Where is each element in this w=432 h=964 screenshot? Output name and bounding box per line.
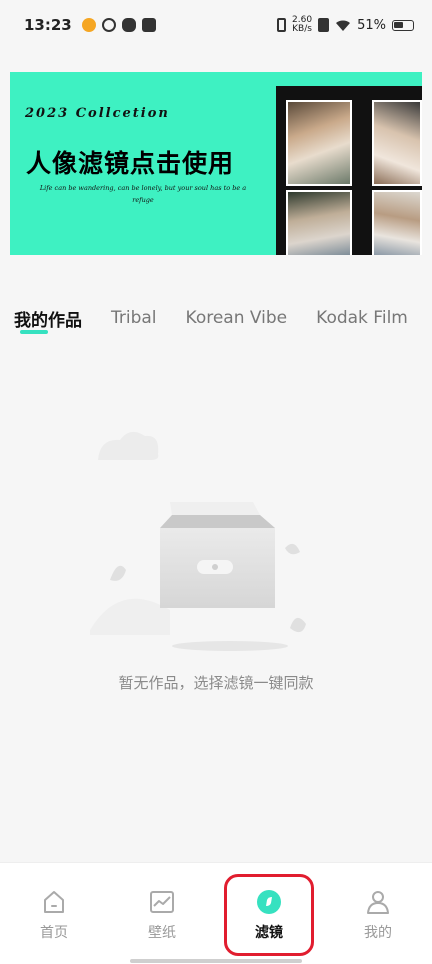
nav-home-label: 首页 (40, 925, 68, 941)
nav-home[interactable]: 首页 (24, 889, 84, 942)
nav-profile-label: 我的 (364, 925, 392, 941)
wifi-icon (336, 19, 351, 31)
battery-icon (392, 19, 414, 31)
photo-frame (286, 100, 352, 186)
nav-wallpaper-label: 壁纸 (148, 925, 176, 941)
banner-year: 2023 Collcetion (25, 106, 170, 121)
network-speed: 2.60 KB/s (292, 16, 312, 34)
filter-category-tabs: 我的作品 Tribal Korean Vibe Kodak Film C (0, 300, 432, 336)
tab-tribal[interactable]: Tribal (111, 308, 157, 328)
nav-profile[interactable]: 我的 (348, 889, 408, 942)
photo-frame (286, 190, 352, 255)
status-time: 13:23 (24, 16, 72, 34)
banner-title: 人像滤镜点击使用 (26, 149, 235, 178)
flower-app-icon (121, 18, 136, 32)
home-indicator[interactable] (130, 959, 302, 963)
battery-percent: 51% (357, 17, 386, 33)
no-sim-icon (318, 18, 330, 32)
tab-my-works[interactable]: 我的作品 (14, 306, 82, 331)
highlight-annotation-box (224, 874, 314, 956)
promo-banner[interactable]: 2023 Collcetion 人像滤镜点击使用 Life can be wan… (10, 72, 422, 255)
status-bar: 13:23 2.60 KB/s 51% (0, 0, 432, 50)
bottom-nav: 首页 壁纸 滤镜 我的 (0, 862, 432, 964)
profile-icon (367, 891, 389, 914)
photo-frame (372, 190, 422, 255)
active-tab-indicator (20, 330, 48, 334)
film-strip-image (276, 86, 422, 255)
wallpaper-icon (150, 891, 174, 913)
weibo-icon (81, 18, 96, 32)
tab-korean-vibe[interactable]: Korean Vibe (186, 308, 288, 328)
empty-box-illustration (90, 431, 306, 651)
photo-frame (372, 100, 422, 186)
vibrate-icon (277, 18, 287, 32)
banner-tagline: Life can be wandering, can be lonely, bu… (39, 184, 247, 204)
shopping-bag-icon (141, 18, 156, 32)
home-icon (44, 891, 64, 913)
tab-kodak-film[interactable]: Kodak Film (316, 308, 408, 328)
empty-state-message: 暂无作品，选择滤镜一键同款 (118, 674, 314, 692)
net-speed-unit: KB/s (292, 24, 312, 34)
app-notification-icon (101, 18, 116, 32)
nav-wallpaper[interactable]: 壁纸 (132, 889, 192, 942)
